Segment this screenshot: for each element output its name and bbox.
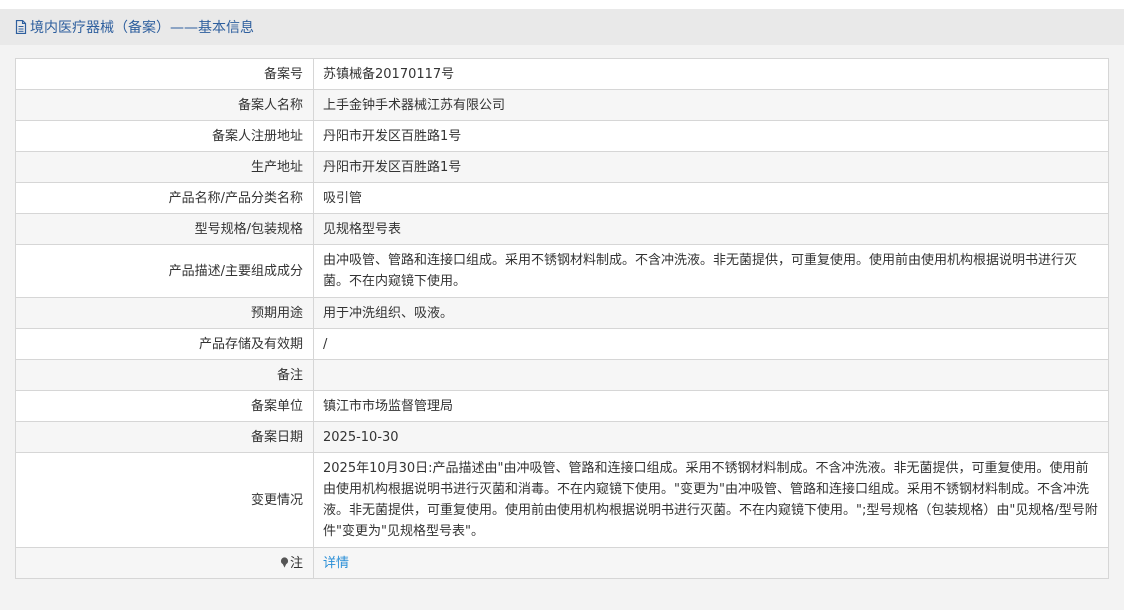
field-label: 备案单位 bbox=[15, 390, 314, 422]
page: 境内医疗器械（备案）——基本信息 备案号 苏镇械备20170117号 备案人名称… bbox=[0, 0, 1124, 610]
field-label: 备案号 bbox=[15, 58, 314, 90]
table-row: 产品存储及有效期 / bbox=[15, 328, 1109, 360]
table-row: 备案单位 镇江市市场监督管理局 bbox=[15, 390, 1109, 422]
field-label: 产品描述/主要组成成分 bbox=[15, 244, 314, 298]
field-value: 见规格型号表 bbox=[313, 213, 1109, 245]
field-label: 产品存储及有效期 bbox=[15, 328, 314, 360]
field-label: 产品名称/产品分类名称 bbox=[15, 182, 314, 214]
document-icon bbox=[15, 20, 27, 34]
field-label: 备案人注册地址 bbox=[15, 120, 314, 152]
field-label: 备案人名称 bbox=[15, 89, 314, 121]
field-value: / bbox=[313, 328, 1109, 360]
table-row: 备案人名称 上手金钟手术器械江苏有限公司 bbox=[15, 89, 1109, 121]
field-label: 备案日期 bbox=[15, 421, 314, 453]
table-row: 预期用途 用于冲洗组织、吸液。 bbox=[15, 297, 1109, 329]
table-row: 备案号 苏镇械备20170117号 bbox=[15, 58, 1109, 90]
field-value: 用于冲洗组织、吸液。 bbox=[313, 297, 1109, 329]
field-label: 生产地址 bbox=[15, 151, 314, 183]
note-label-cell: 注 bbox=[15, 547, 314, 579]
details-link[interactable]: 详情 bbox=[323, 556, 349, 571]
table-row: 产品描述/主要组成成分 由冲吸管、管路和连接口组成。采用不锈钢材料制成。不含冲洗… bbox=[15, 244, 1109, 298]
field-value: 丹阳市开发区百胜路1号 bbox=[313, 151, 1109, 183]
field-value: 2025年10月30日:产品描述由"由冲吸管、管路和连接口组成。采用不锈钢材料制… bbox=[313, 452, 1109, 548]
field-value: 吸引管 bbox=[313, 182, 1109, 214]
field-label: 型号规格/包装规格 bbox=[15, 213, 314, 245]
field-value: 苏镇械备20170117号 bbox=[313, 58, 1109, 90]
page-header: 境内医疗器械（备案）——基本信息 bbox=[0, 9, 1124, 45]
field-value: 2025-10-30 bbox=[313, 421, 1109, 453]
field-value: 由冲吸管、管路和连接口组成。采用不锈钢材料制成。不含冲洗液。非无菌提供，可重复使… bbox=[313, 244, 1109, 298]
field-label: 备注 bbox=[15, 359, 314, 391]
field-value: 镇江市市场监督管理局 bbox=[313, 390, 1109, 422]
page-title: 境内医疗器械（备案）——基本信息 bbox=[30, 20, 254, 36]
basic-info-table: 备案号 苏镇械备20170117号 备案人名称 上手金钟手术器械江苏有限公司 备… bbox=[15, 58, 1109, 579]
pin-icon bbox=[280, 556, 289, 568]
note-value-cell: 详情 bbox=[313, 547, 1109, 579]
table-row: 变更情况 2025年10月30日:产品描述由"由冲吸管、管路和连接口组成。采用不… bbox=[15, 452, 1109, 548]
table-row: 注 详情 bbox=[15, 547, 1109, 579]
field-value: 丹阳市开发区百胜路1号 bbox=[313, 120, 1109, 152]
field-label: 注 bbox=[289, 555, 303, 571]
table-row: 备案日期 2025-10-30 bbox=[15, 421, 1109, 453]
table-row: 型号规格/包装规格 见规格型号表 bbox=[15, 213, 1109, 245]
table-row: 生产地址 丹阳市开发区百胜路1号 bbox=[15, 151, 1109, 183]
table-row: 产品名称/产品分类名称 吸引管 bbox=[15, 182, 1109, 214]
field-value bbox=[313, 359, 1109, 391]
field-value: 上手金钟手术器械江苏有限公司 bbox=[313, 89, 1109, 121]
table-row: 备案人注册地址 丹阳市开发区百胜路1号 bbox=[15, 120, 1109, 152]
table-row: 备注 bbox=[15, 359, 1109, 391]
field-label: 预期用途 bbox=[15, 297, 314, 329]
field-label: 变更情况 bbox=[15, 452, 314, 548]
